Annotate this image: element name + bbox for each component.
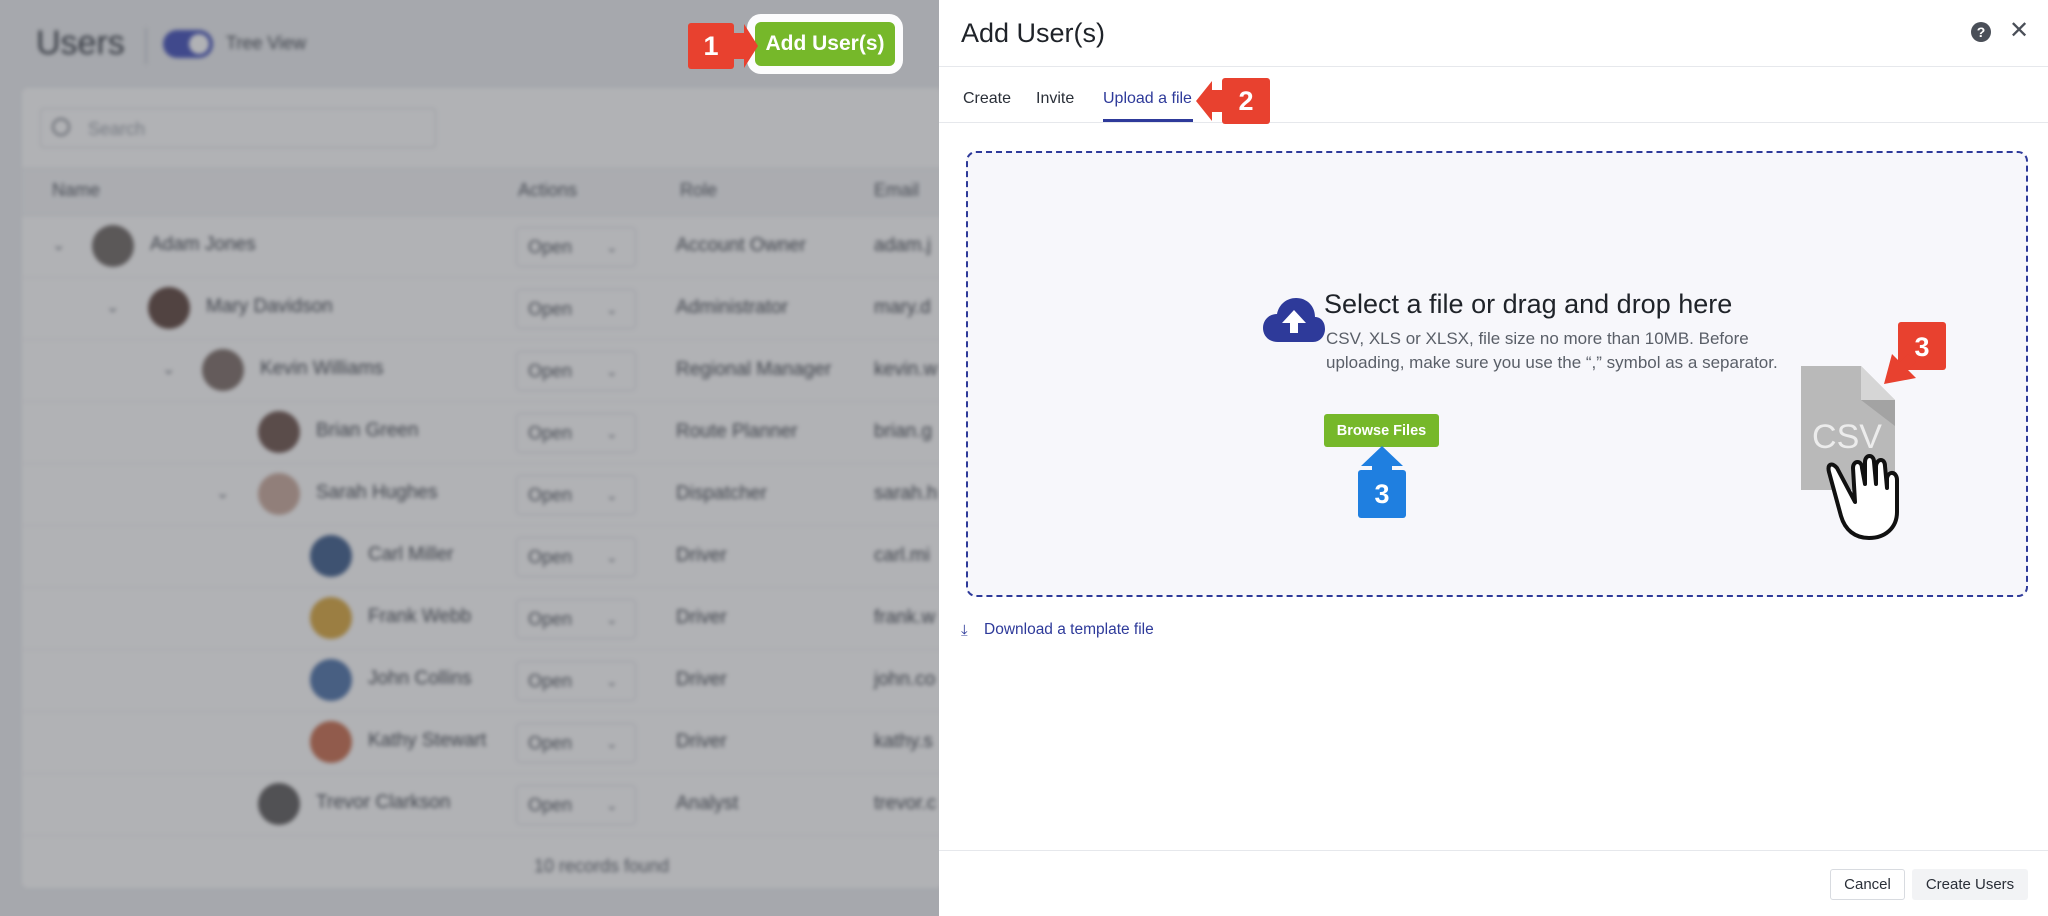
download-template-link[interactable]: Download a template file — [984, 621, 1154, 639]
tab-invite[interactable]: Invite — [1036, 90, 1074, 108]
callout-number-2: 2 — [1238, 85, 1254, 116]
tab-create[interactable]: Create — [963, 90, 1011, 108]
download-icon[interactable]: ⤓ — [961, 622, 968, 639]
callout-number-3-red: 3 — [1914, 331, 1930, 362]
browse-files-button[interactable]: Browse Files — [1324, 414, 1439, 447]
help-icon[interactable]: ? — [1971, 22, 1991, 42]
add-users-button[interactable]: Add User(s) — [755, 22, 895, 66]
dropzone-title: Select a file or drag and drop here — [1324, 289, 1733, 319]
create-users-button[interactable]: Create Users — [1912, 869, 2028, 900]
cloud-upload-icon — [1263, 298, 1325, 342]
drawer-title: Add User(s) — [961, 18, 1106, 48]
background-app: Users Tree View Search Name Actions Role… — [0, 0, 939, 916]
modal-overlay[interactable] — [0, 0, 939, 916]
divider — [939, 66, 2048, 67]
tab-upload-a-file[interactable]: Upload a file — [1103, 90, 1192, 108]
divider — [939, 850, 2048, 851]
callout-number-3-blue: 3 — [1374, 478, 1390, 509]
csv-drag-illustration: CSV — [1801, 366, 1899, 540]
callout-number-1: 1 — [703, 30, 719, 61]
csv-file-label: CSV — [1812, 418, 1882, 456]
close-icon[interactable]: ✕ — [2009, 18, 2029, 44]
dropzone-description: CSV, XLS or XLSX, file size no more than… — [1326, 329, 1778, 372]
cancel-button[interactable]: Cancel — [1830, 869, 1905, 900]
divider — [939, 122, 2048, 123]
